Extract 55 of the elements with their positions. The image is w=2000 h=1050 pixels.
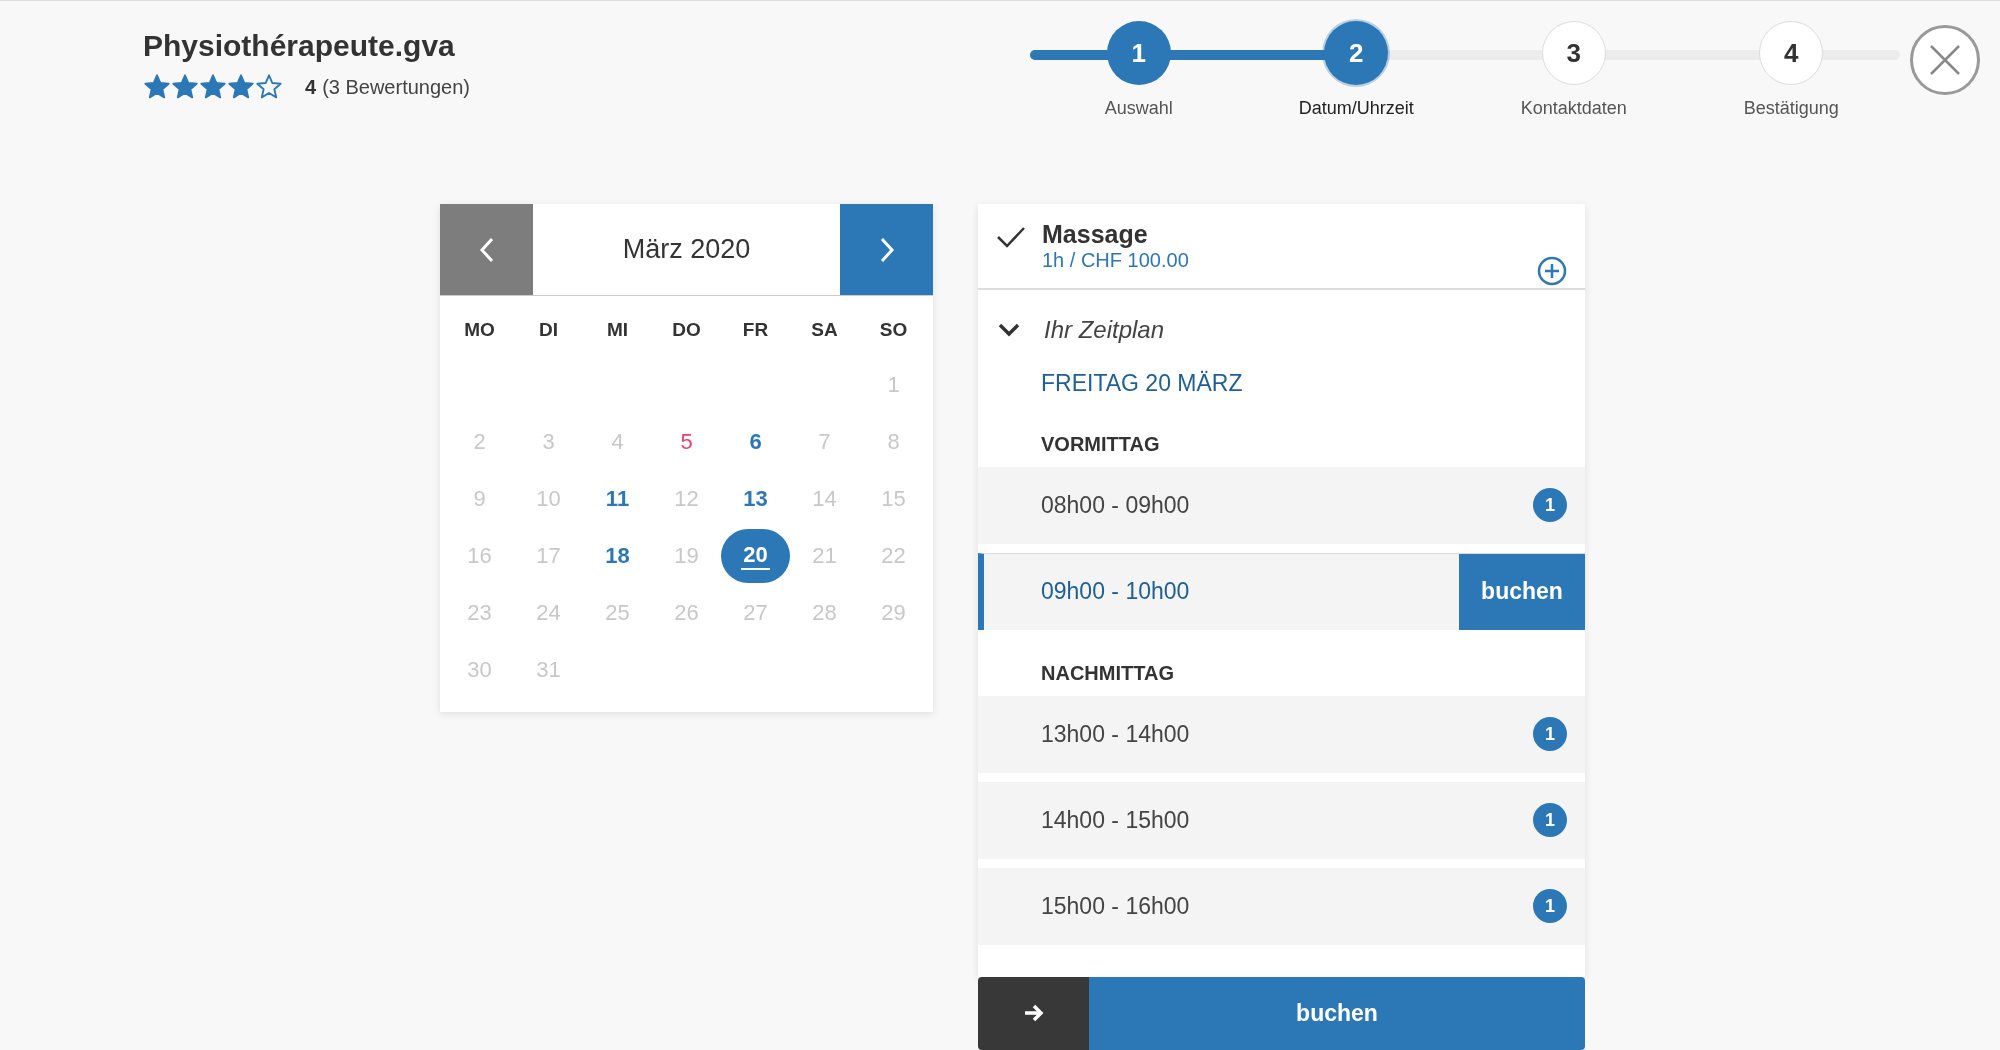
weekday-label: DO	[671, 318, 702, 342]
chevron-left-icon	[477, 235, 496, 264]
step-label: Auswahl	[1104, 97, 1173, 120]
provider-name: Physiothérapeute.gva	[143, 28, 456, 64]
availability-badge: 1	[1533, 889, 1567, 923]
time-slot[interactable]: 08h00 - 09h00 1	[978, 466, 1585, 544]
star-icon	[199, 73, 227, 101]
star-icon	[227, 73, 255, 101]
month-title: März 2020	[621, 233, 752, 267]
period-heading: VORMITTAG	[1040, 431, 1161, 457]
review-count: (3 Bewertungen)	[322, 75, 470, 100]
time-slot[interactable]: 15h00 - 16h00 1	[978, 867, 1585, 945]
calendar-day[interactable]: 5	[652, 414, 721, 469]
star-icon	[255, 73, 283, 101]
step-label: Datum/Uhrzeit	[1298, 97, 1414, 120]
step-label: Bestätigung	[1743, 97, 1839, 120]
schedule-title: Ihr Zeitplan	[1044, 315, 1165, 345]
calendar-day[interactable]: 18	[583, 528, 652, 583]
weekday-label: FR	[741, 318, 770, 342]
calendar-day[interactable]: 6	[721, 414, 790, 469]
service-details: 1h / CHF 100.00	[1042, 248, 1190, 272]
rating-value: 4	[305, 75, 317, 100]
calendar-day[interactable]: 11	[583, 471, 652, 526]
close-icon	[1928, 43, 1962, 77]
weekday-label: MO	[463, 318, 496, 342]
slot-time: 09h00 - 10h00	[1041, 577, 1191, 607]
slot-time: 13h00 - 14h00	[1041, 719, 1191, 749]
time-slot[interactable]: 09h00 - 10h00 buchen	[978, 552, 1585, 630]
step-label: Kontaktdaten	[1520, 97, 1627, 120]
period-heading: NACHMITTAG	[1040, 660, 1175, 686]
weekday-label: DI	[538, 318, 559, 342]
service-name: Massage	[1042, 220, 1149, 248]
availability-badge: 1	[1533, 803, 1567, 837]
calendar-day[interactable]: 20	[721, 528, 790, 583]
add-icon[interactable]	[1537, 256, 1567, 286]
weekday-label: SO	[878, 318, 909, 342]
calendar-day[interactable]: 13	[721, 471, 790, 526]
book-slot-button[interactable]: buchen	[1459, 553, 1585, 630]
slot-time: 14h00 - 15h00	[1041, 805, 1191, 835]
availability-badge: 1	[1533, 717, 1567, 751]
arrow-button[interactable]	[978, 976, 1089, 1050]
weekday-label: SA	[810, 318, 839, 342]
chevron-down-icon[interactable]	[998, 323, 1020, 337]
selected-date: FREITAG 20 MÄRZ	[1040, 369, 1244, 398]
time-slot[interactable]: 13h00 - 14h00 1	[978, 695, 1585, 773]
availability-badge: 1	[1533, 488, 1567, 522]
arrow-right-icon	[1022, 1003, 1045, 1023]
check-icon	[996, 226, 1026, 248]
slot-time: 08h00 - 09h00	[1041, 490, 1191, 520]
time-slot[interactable]: 14h00 - 15h00 1	[978, 781, 1585, 859]
star-icon	[171, 73, 199, 101]
weekday-label: MI	[605, 318, 630, 342]
slot-time: 15h00 - 16h00	[1041, 891, 1191, 921]
book-button[interactable]: buchen	[1089, 976, 1585, 1050]
star-icon	[143, 73, 171, 101]
